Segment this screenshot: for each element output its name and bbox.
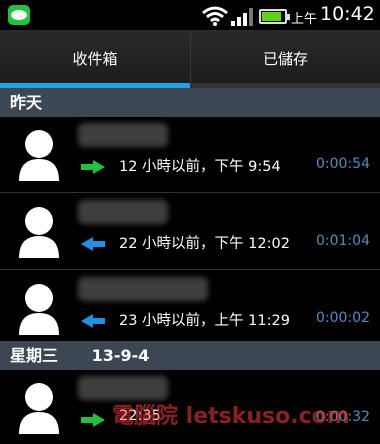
outgoing-call-arrow-icon	[81, 413, 105, 427]
call-time: 12 小時以前，下午 9:54	[119, 159, 281, 175]
section-title: 星期三	[10, 346, 59, 365]
call-time: 23 小時以前，上午 11:29	[119, 313, 290, 329]
avatar-icon	[19, 130, 59, 181]
call-log-item[interactable]: 12 小時以前，下午 9:54 0:00:54	[0, 117, 380, 193]
avatar-icon	[19, 207, 59, 258]
call-time: 22 小時以前，下午 12:02	[119, 236, 290, 252]
clock-ampm: 上午	[291, 12, 318, 27]
tab-bar: 收件箱 已儲存	[0, 30, 380, 88]
call-log-item[interactable]: 23 小時以前，上午 11:29 0:00:02	[0, 271, 380, 347]
outgoing-call-arrow-icon	[81, 160, 105, 174]
clock-time: 10:42	[320, 3, 375, 25]
contact-name-blurred	[78, 123, 168, 147]
contact-number-blurred	[78, 277, 208, 301]
battery-level	[262, 12, 281, 21]
call-duration: 0:00:54	[316, 156, 370, 172]
avatar-icon	[19, 284, 59, 335]
section-date: 13-9-4	[91, 346, 150, 365]
call-duration: 0:01:04	[316, 233, 370, 249]
tab-inbox[interactable]: 收件箱	[0, 30, 190, 88]
contact-name-blurred	[78, 376, 168, 400]
call-duration: 0:00:02	[316, 310, 370, 326]
call-log-item[interactable]: 22 小時以前，下午 12:02 0:01:04	[0, 194, 380, 270]
contact-name-blurred	[78, 200, 168, 224]
incoming-call-arrow-icon	[81, 314, 105, 328]
section-header: 星期三 13-9-4	[0, 341, 380, 370]
incoming-call-arrow-icon	[81, 237, 105, 251]
watermark: 電腦院 letskuso.com	[112, 404, 350, 429]
signal-icon	[231, 8, 253, 26]
section-title: 昨天	[10, 93, 43, 112]
avatar-icon	[19, 383, 59, 434]
wifi-icon	[202, 6, 228, 26]
status-bar: 上午 10:42	[0, 0, 380, 30]
section-header: 昨天	[0, 88, 380, 117]
line-app-icon	[8, 5, 30, 25]
battery-icon	[259, 9, 290, 24]
tab-saved[interactable]: 已儲存	[190, 30, 380, 88]
